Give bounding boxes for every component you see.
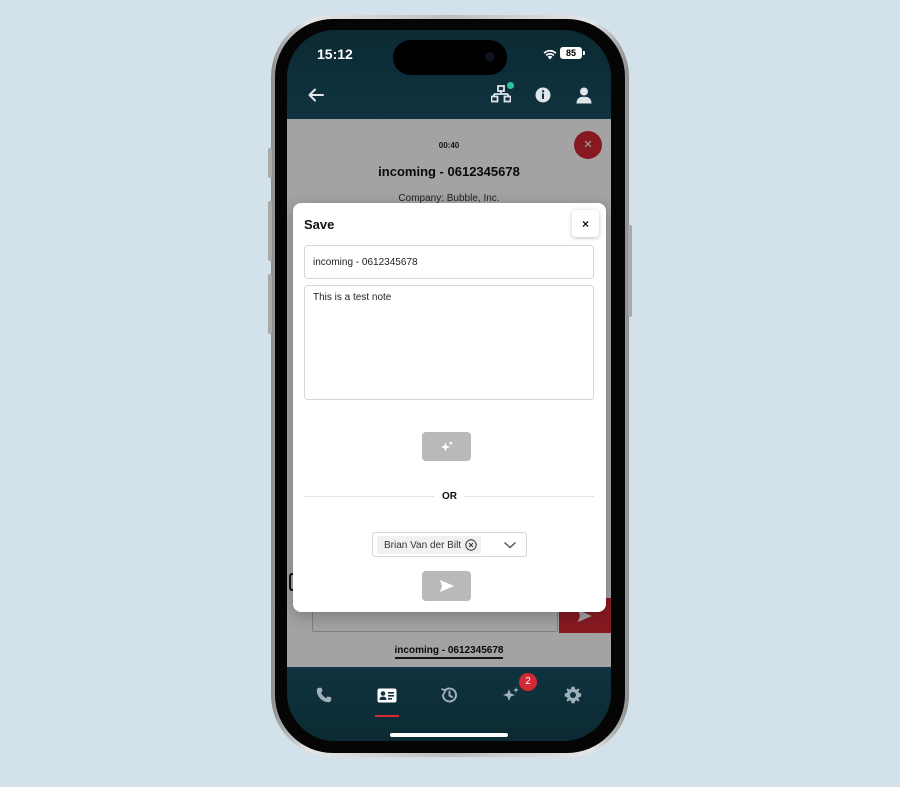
info-button[interactable]	[532, 84, 554, 106]
sparkle-icon	[503, 687, 519, 701]
dynamic-island	[393, 40, 507, 75]
contact-select[interactable]: Brian Van der Bilt	[372, 532, 527, 557]
home-indicator[interactable]	[390, 733, 508, 737]
contact-chip: Brian Van der Bilt	[377, 536, 482, 554]
nav-ai[interactable]	[499, 685, 523, 705]
nav-history[interactable]	[437, 685, 461, 705]
close-icon: ×	[581, 216, 589, 231]
info-icon	[535, 87, 551, 103]
nav-active-indicator	[375, 715, 399, 717]
nav-settings[interactable]	[561, 685, 585, 705]
send-to-contact-button[interactable]	[422, 571, 471, 601]
nav-phone[interactable]	[312, 685, 336, 705]
app-header: 15:12 85	[287, 30, 611, 119]
modal-title: Save	[304, 217, 335, 232]
contact-chip-label: Brian Van der Bilt	[384, 539, 462, 551]
phone-power-button	[628, 225, 632, 317]
status-time: 15:12	[317, 46, 353, 62]
battery-indicator: 85	[560, 47, 585, 59]
phone-volume-down	[268, 274, 272, 334]
network-online-dot	[507, 82, 514, 89]
contact-card-icon	[377, 688, 397, 702]
back-arrow-icon	[308, 88, 324, 102]
close-circle-icon	[465, 539, 477, 551]
send-icon	[439, 580, 454, 592]
sparkle-icon	[440, 440, 453, 452]
network-status-button[interactable]	[490, 82, 514, 105]
ai-summarize-button[interactable]	[422, 432, 471, 461]
call-title-input[interactable]	[304, 245, 594, 279]
phone-icon	[316, 687, 332, 703]
chevron-down-icon[interactable]	[503, 539, 517, 551]
phone-silent-switch	[268, 148, 272, 178]
note-textarea[interactable]: This is a test note	[304, 285, 594, 400]
wifi-icon	[543, 49, 557, 60]
user-icon	[576, 87, 592, 103]
ai-notification-badge: 2	[519, 673, 537, 691]
save-modal: Save × This is a test note OR Brian Van …	[293, 203, 606, 612]
bottom-navigation: 2	[287, 667, 611, 741]
history-icon	[441, 687, 457, 703]
camera-icon	[485, 52, 495, 62]
nav-contacts[interactable]	[375, 685, 399, 705]
modal-close-button[interactable]: ×	[572, 210, 599, 237]
phone-volume-up	[268, 201, 272, 261]
gear-icon	[564, 686, 582, 704]
profile-button[interactable]	[573, 84, 595, 106]
or-divider-text: OR	[442, 491, 457, 502]
remove-contact-button[interactable]	[465, 539, 477, 551]
back-button[interactable]	[305, 84, 327, 106]
